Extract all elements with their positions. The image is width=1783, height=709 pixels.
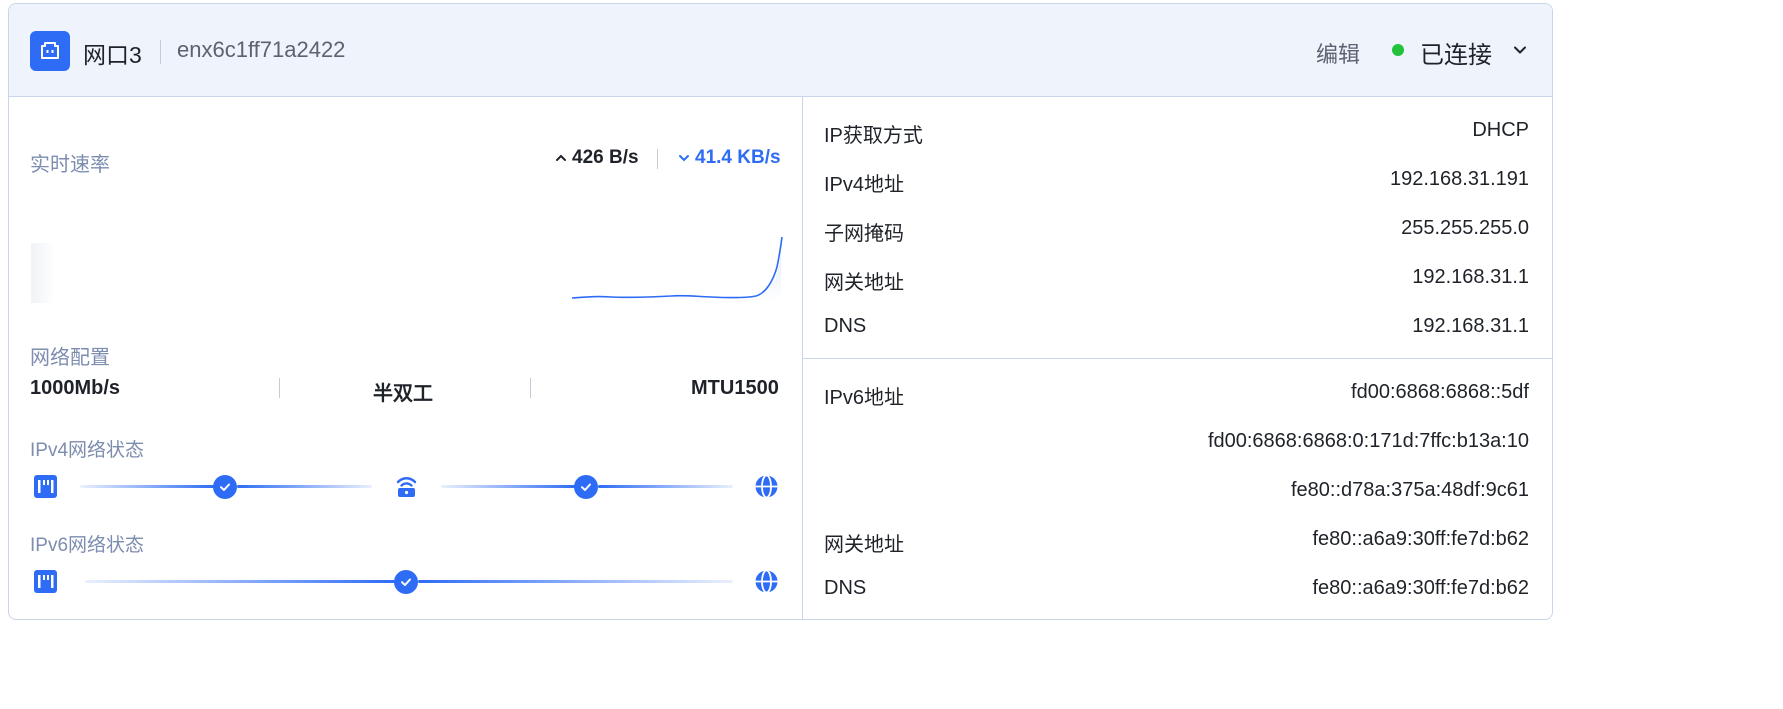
globe-icon [754, 569, 779, 594]
status-line [598, 485, 733, 488]
status-line [237, 485, 372, 488]
download-rate-value: 41.4 KB/s [695, 147, 781, 168]
info-row-ipv4-address: IPv4地址 192.168.31.191 [824, 168, 1529, 196]
info-row-ipv6-address-2: fd00:6868:6868:0:171d:7ffc:b13a:10 [824, 430, 1529, 454]
interface-card: 网口3 enx6c1ff71a2422 编辑 已连接 实时速率 426 B/s … [8, 3, 1553, 620]
info-value: 255.255.255.0 [1401, 217, 1529, 239]
info-value: 192.168.31.191 [1389, 168, 1529, 190]
device-icon [33, 569, 58, 594]
info-key: IP获取方式 [824, 125, 923, 147]
info-key: 网关地址 [824, 272, 904, 294]
info-key: DNS [824, 315, 867, 337]
info-row-subnet-mask: 子网掩码 255.255.255.0 [824, 217, 1529, 245]
check-icon [574, 475, 598, 499]
connection-status: 已连接 [1420, 42, 1492, 69]
check-icon [213, 475, 237, 499]
info-row-ip-method: IP获取方式 DHCP [824, 119, 1529, 147]
chevron-down-icon [679, 155, 689, 162]
info-value: 192.168.31.1 [1412, 315, 1529, 337]
router-icon [394, 474, 419, 499]
status-line [418, 580, 733, 583]
info-value: 192.168.31.1 [1412, 266, 1529, 288]
chevron-up-icon [556, 154, 566, 161]
info-row-ipv6-gateway: 网关地址 fe80::a6a9:30ff:fe7d:b62 [824, 528, 1530, 556]
link-speed: 1000Mb/s [30, 377, 121, 399]
info-value: fe80::d78a:375a:48df:9c61 [1291, 479, 1529, 501]
info-value: fd00:6868:6868:0:171d:7ffc:b13a:10 [1207, 430, 1529, 452]
device-icon [33, 474, 58, 499]
info-value: DHCP [1472, 119, 1529, 141]
chart-fade [31, 243, 55, 303]
info-value: fd00:6868:6868::5df [1351, 381, 1529, 403]
card-header: 网口3 enx6c1ff71a2422 编辑 已连接 [9, 4, 1552, 97]
info-value: fe80::a6a9:30ff:fe7d:b62 [1312, 577, 1530, 599]
status-line [441, 485, 576, 488]
info-row-ipv6-dns: DNS fe80::a6a9:30ff:fe7d:b62 [824, 577, 1529, 601]
info-row-gateway: 网关地址 192.168.31.1 [824, 266, 1529, 294]
status-dot [1392, 44, 1404, 56]
globe-icon [754, 474, 779, 499]
ipv6-status-label: IPv6网络状态 [30, 535, 145, 556]
realtime-rate-chart [31, 236, 783, 303]
network-config-label: 网络配置 [30, 347, 110, 369]
download-rate: 41.4 KB/s [677, 147, 781, 169]
info-value: fe80::a6a9:30ff:fe7d:b62 [1312, 528, 1530, 550]
ipv6-section-divider [803, 358, 1552, 359]
download-series-area [739, 237, 781, 301]
status-line [80, 485, 215, 488]
download-series-line [571, 236, 783, 299]
info-key: IPv6地址 [824, 387, 905, 409]
chevron-down-icon[interactable] [1512, 42, 1528, 63]
config-separator [530, 378, 531, 398]
info-row-ipv6-address-3: fe80::d78a:375a:48df:9c61 [824, 479, 1529, 503]
port-name: 网口3 [83, 42, 142, 68]
upload-rate: 426 B/s [554, 147, 639, 169]
info-row-ipv6-address: IPv6地址 fd00:6868:6868::5df [824, 381, 1529, 409]
info-key: 网关地址 [824, 534, 904, 556]
info-key: IPv4地址 [824, 174, 905, 196]
upload-rate-value: 426 B/s [572, 147, 639, 168]
ipv4-status-label: IPv4网络状态 [30, 440, 145, 461]
header-separator [160, 40, 161, 64]
realtime-rate-label: 实时速率 [30, 154, 110, 176]
config-separator [279, 378, 280, 398]
info-row-dns: DNS 192.168.31.1 [824, 315, 1529, 339]
status-line [85, 580, 395, 583]
interface-name: enx6c1ff71a2422 [177, 37, 346, 62]
info-key: 子网掩码 [824, 223, 904, 245]
info-key: DNS [824, 577, 867, 599]
check-icon [394, 570, 418, 594]
duplex-mode: 半双工 [373, 383, 433, 405]
ethernet-port-icon [30, 31, 70, 71]
rate-separator [657, 149, 658, 169]
edit-button[interactable]: 编辑 [1316, 37, 1360, 69]
mtu-value: MTU1500 [691, 377, 779, 399]
